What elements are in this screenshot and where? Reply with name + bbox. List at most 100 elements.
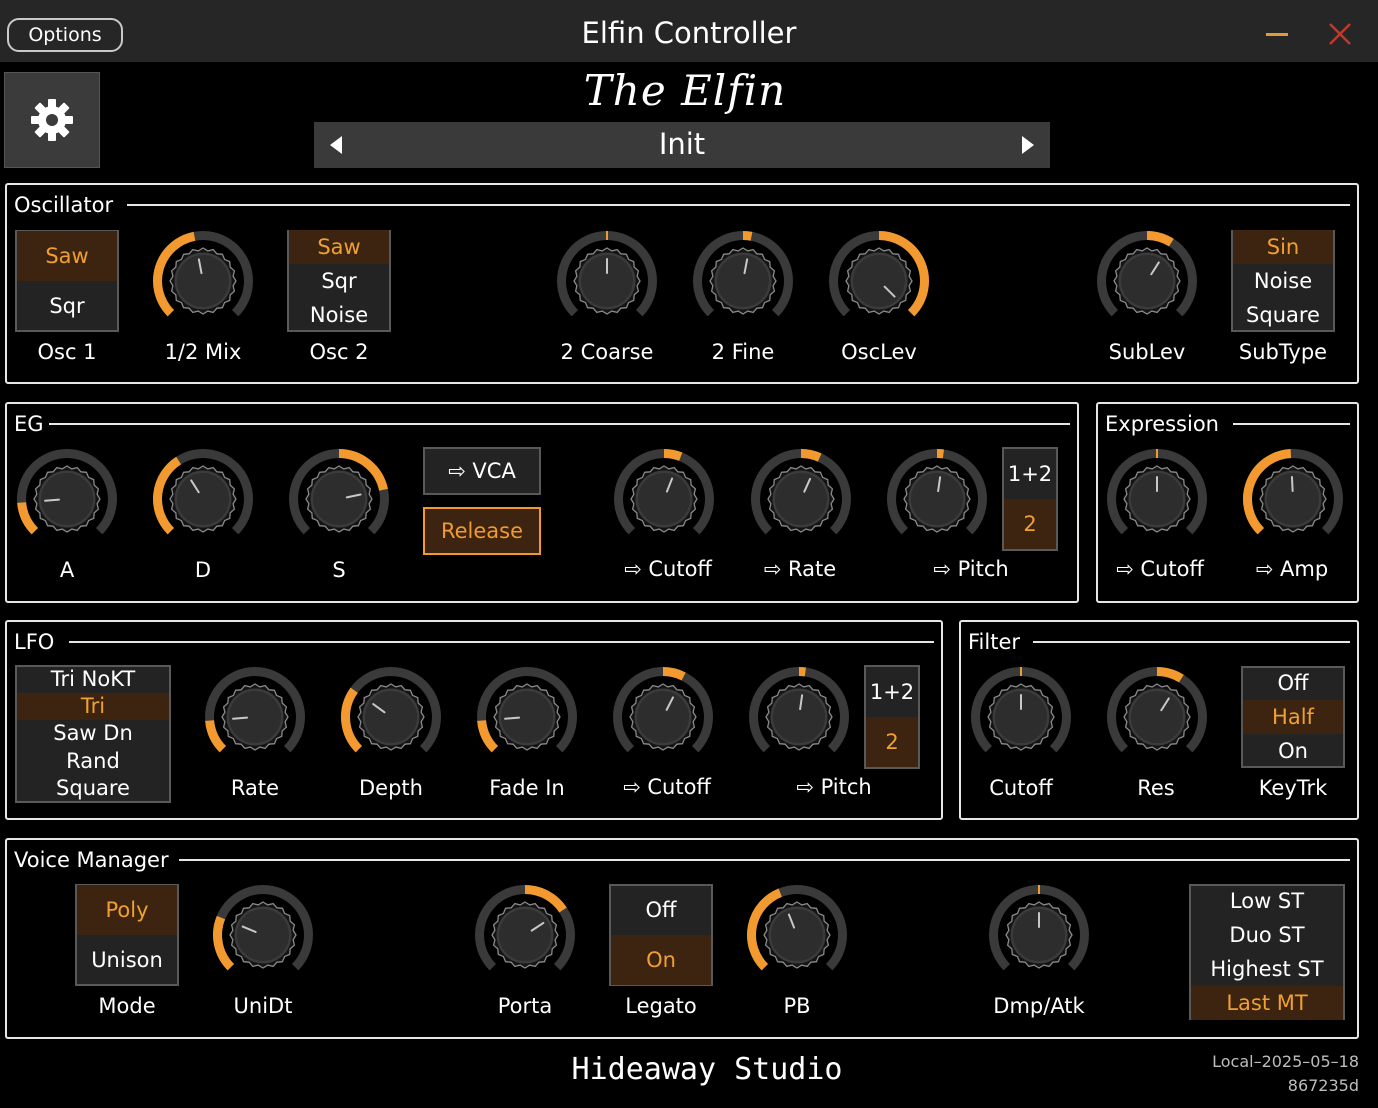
- option[interactable]: Sqr: [17, 281, 117, 331]
- option[interactable]: On: [1243, 734, 1343, 768]
- osc1-wave-selector[interactable]: Saw Sqr: [15, 230, 119, 332]
- mix-label: 1/2 Mix: [164, 340, 242, 364]
- build-date: Local–2025–05–18: [1212, 1052, 1359, 1071]
- note-priority-selector[interactable]: Low ST Duo ST Highest ST Last MT: [1189, 884, 1345, 1020]
- lfo-cutoff-label: ⇨ Cutoff: [623, 775, 711, 799]
- option[interactable]: Tri: [17, 692, 169, 721]
- eg-rate-knob[interactable]: [749, 447, 853, 551]
- subtype-selector[interactable]: Sin Noise Square: [1231, 230, 1335, 332]
- keytrk-selector[interactable]: Off Half On: [1241, 666, 1345, 768]
- expr-cutoff-knob[interactable]: [1105, 447, 1209, 551]
- option[interactable]: Highest ST: [1191, 952, 1343, 986]
- legato-selector[interactable]: Off On: [609, 884, 713, 986]
- lfo-pitch-label: ⇨ Pitch: [796, 775, 872, 799]
- eg-pitch-knob[interactable]: [885, 447, 989, 551]
- minimize-icon[interactable]: [1266, 33, 1288, 36]
- dmpatk-knob[interactable]: [987, 883, 1091, 987]
- pb-knob[interactable]: [745, 883, 849, 987]
- option[interactable]: Saw: [289, 230, 389, 264]
- attack-label: A: [59, 558, 75, 582]
- sustain-knob[interactable]: [287, 447, 391, 551]
- option[interactable]: On: [611, 935, 711, 985]
- porta-knob[interactable]: [473, 883, 577, 987]
- coarse-label: 2 Coarse: [560, 340, 654, 364]
- option[interactable]: Sin: [1233, 230, 1333, 264]
- fine-knob[interactable]: [691, 229, 795, 333]
- lfo-osc-target-selector[interactable]: 1+2 2: [864, 665, 920, 769]
- next-preset-icon[interactable]: [1022, 136, 1034, 154]
- filter-res-label: Res: [1137, 776, 1175, 800]
- option[interactable]: Poly: [77, 885, 177, 935]
- osclev-label: OscLev: [841, 340, 917, 364]
- lfo-fadein-knob[interactable]: [475, 665, 579, 769]
- close-icon[interactable]: [1326, 20, 1354, 48]
- sublev-knob[interactable]: [1095, 229, 1199, 333]
- option[interactable]: Unison: [77, 935, 177, 985]
- osclev-knob[interactable]: [827, 229, 931, 333]
- pb-label: PB: [783, 994, 811, 1018]
- option[interactable]: Saw Dn: [17, 720, 169, 747]
- eg-cutoff-knob[interactable]: [612, 447, 716, 551]
- decay-label: D: [194, 558, 212, 582]
- eg-rate-label: ⇨ Rate: [763, 557, 837, 581]
- unidt-knob[interactable]: [211, 883, 315, 987]
- option[interactable]: Duo ST: [1191, 918, 1343, 952]
- option[interactable]: Low ST: [1191, 884, 1343, 918]
- option[interactable]: Noise: [289, 298, 389, 332]
- window-title: Elfin Controller: [581, 16, 797, 50]
- option[interactable]: Saw: [17, 231, 117, 281]
- option[interactable]: Square: [17, 775, 169, 802]
- lfo-depth-label: Depth: [359, 776, 423, 800]
- panel-title: Oscillator: [14, 193, 122, 217]
- option[interactable]: 2: [866, 717, 918, 767]
- lfo-fadein-label: Fade In: [489, 776, 565, 800]
- panel-title: Filter: [968, 630, 1029, 654]
- studio-name: Hideaway Studio: [571, 1052, 843, 1087]
- legato-label: Legato: [625, 994, 697, 1018]
- vca-button[interactable]: ⇨ VCA: [423, 447, 541, 495]
- voice-mode-selector[interactable]: Poly Unison: [75, 884, 179, 986]
- option[interactable]: Sqr: [289, 264, 389, 298]
- lfo-wave-selector[interactable]: Tri NoKT Tri Saw Dn Rand Square: [15, 665, 171, 803]
- option[interactable]: Last MT: [1191, 986, 1343, 1020]
- option[interactable]: Noise: [1233, 264, 1333, 298]
- option[interactable]: 2: [1004, 499, 1056, 549]
- attack-knob[interactable]: [15, 447, 119, 551]
- osc2-wave-selector[interactable]: Saw Sqr Noise: [287, 230, 391, 332]
- eg-osc-target-selector[interactable]: 1+2 2: [1002, 447, 1058, 551]
- build-info: Local–2025–05–18 867235d: [1212, 1050, 1359, 1098]
- lfo-pitch-knob[interactable]: [747, 665, 851, 769]
- release-button[interactable]: Release: [423, 507, 541, 555]
- keytrk-label: KeyTrk: [1258, 776, 1328, 800]
- option[interactable]: 1+2: [1004, 449, 1056, 499]
- option[interactable]: Square: [1233, 298, 1333, 332]
- filter-cutoff-label: Cutoff: [989, 776, 1053, 800]
- dmpatk-label: Dmp/Atk: [993, 994, 1085, 1018]
- preset-selector[interactable]: Init: [314, 122, 1050, 168]
- build-hash: 867235d: [1287, 1076, 1359, 1095]
- osc2-label: Osc 2: [309, 340, 369, 364]
- lfo-depth-knob[interactable]: [339, 665, 443, 769]
- porta-label: Porta: [497, 994, 553, 1018]
- filter-res-knob[interactable]: [1105, 665, 1209, 769]
- option[interactable]: Tri NoKT: [17, 666, 169, 693]
- option[interactable]: Half: [1243, 700, 1343, 734]
- fine-label: 2 Fine: [711, 340, 775, 364]
- mix-knob[interactable]: [151, 229, 255, 333]
- subtype-label: SubType: [1238, 340, 1328, 364]
- option[interactable]: Off: [611, 885, 711, 935]
- eg-pitch-label: ⇨ Pitch: [933, 557, 1009, 581]
- decay-knob[interactable]: [151, 447, 255, 551]
- option[interactable]: Off: [1243, 666, 1343, 700]
- option[interactable]: Rand: [17, 748, 169, 775]
- option[interactable]: 1+2: [866, 667, 918, 717]
- lfo-cutoff-knob[interactable]: [611, 665, 715, 769]
- lfo-rate-knob[interactable]: [203, 665, 307, 769]
- filter-cutoff-knob[interactable]: [969, 665, 1073, 769]
- preset-name[interactable]: Init: [314, 127, 1050, 161]
- unidt-label: UniDt: [233, 994, 293, 1018]
- settings-button[interactable]: [4, 72, 100, 168]
- coarse-knob[interactable]: [555, 229, 659, 333]
- expr-amp-knob[interactable]: [1241, 447, 1345, 551]
- gear-icon: [31, 99, 73, 141]
